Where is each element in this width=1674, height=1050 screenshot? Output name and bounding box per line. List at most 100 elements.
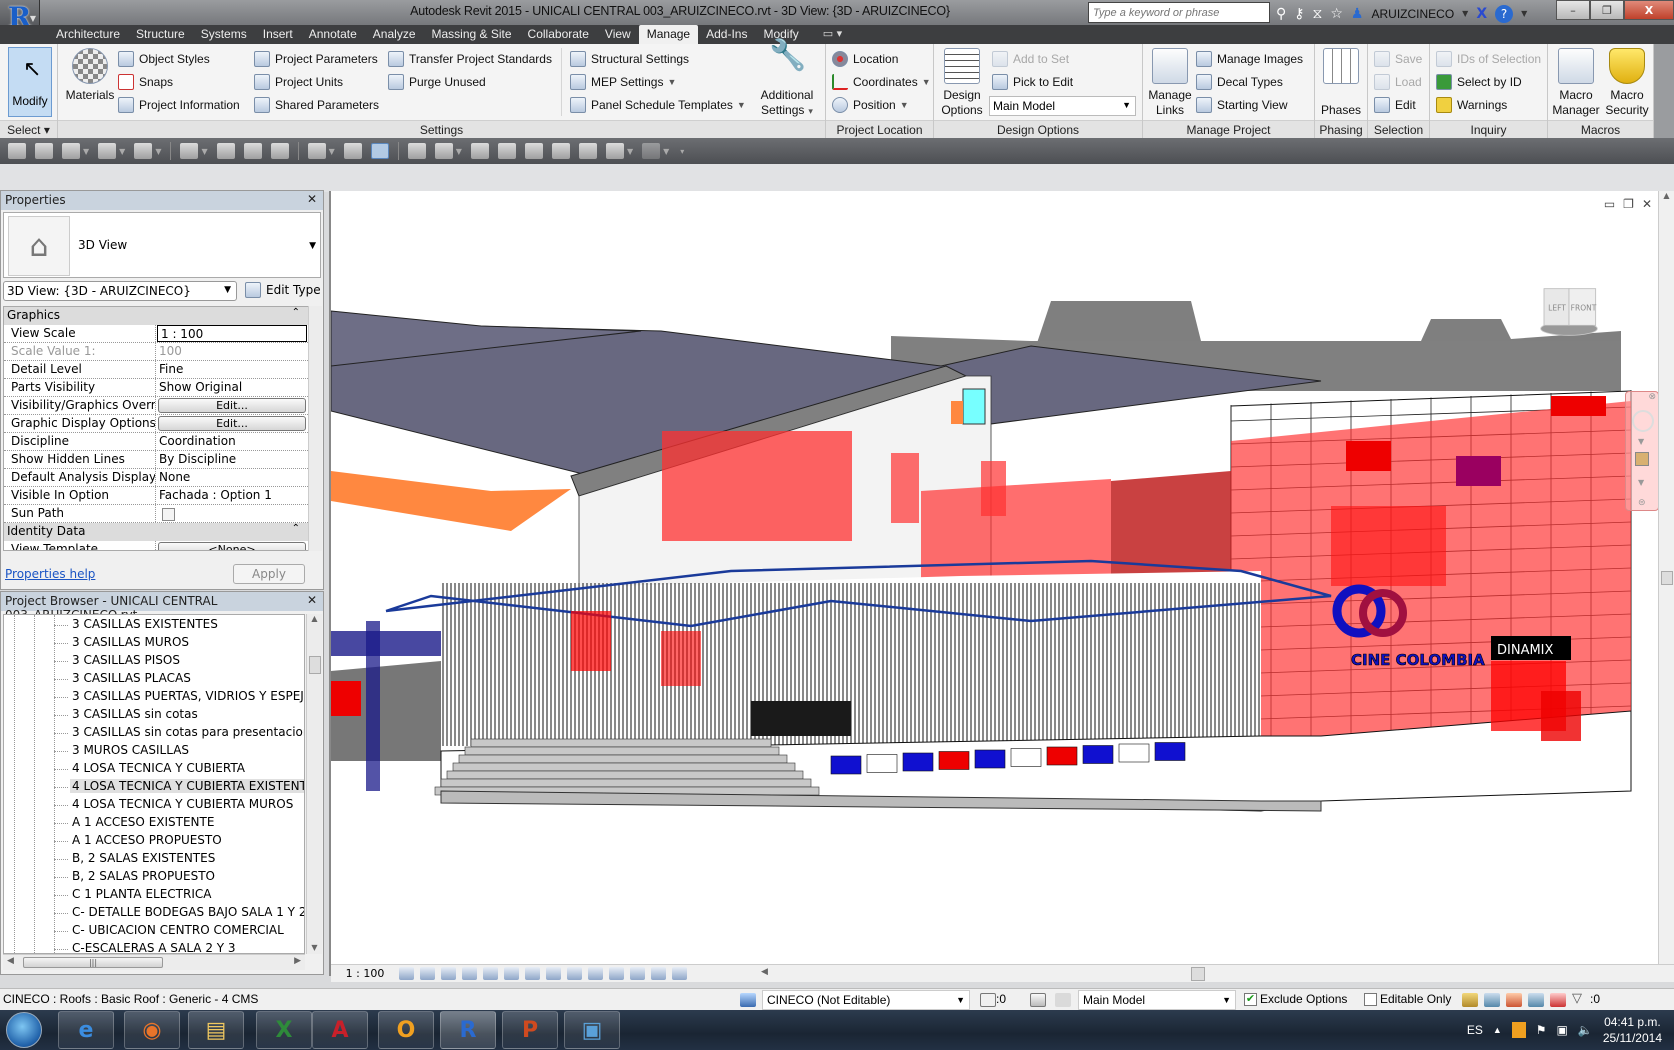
chevron-down-icon[interactable]: ▼: [201, 147, 207, 156]
crop-view-off-icon[interactable]: [504, 967, 519, 980]
manage-links-button[interactable]: Manage Links: [1147, 46, 1193, 118]
design-options-button[interactable]: Design Options: [938, 46, 986, 118]
drag-elements-icon[interactable]: [1550, 993, 1566, 1007]
tag-by-category-icon[interactable]: [243, 143, 262, 159]
graphic-display-options-edit-button[interactable]: Edit...: [158, 416, 306, 431]
detail-level-icon[interactable]: [399, 967, 414, 980]
section-icon[interactable]: [343, 143, 362, 159]
close-icon[interactable]: ✕: [307, 593, 317, 607]
browser-view-item[interactable]: 4 LOSA TECNICA Y CUBIERTA: [54, 761, 247, 779]
office-tray-icon[interactable]: [1511, 1022, 1526, 1038]
taskbar-excel-icon[interactable]: X: [256, 1011, 312, 1049]
browser-horizontal-scrollbar[interactable]: ◀ ||| ▶: [3, 954, 305, 970]
scroll-up-icon[interactable]: ▲: [307, 614, 322, 623]
show-crop-region-icon[interactable]: [525, 967, 540, 980]
select-pinned-icon[interactable]: [1506, 993, 1522, 1007]
scroll-right-icon[interactable]: ▶: [294, 956, 301, 966]
tab-systems[interactable]: Systems: [193, 25, 255, 44]
location-button[interactable]: Location: [832, 48, 898, 70]
position-button[interactable]: Position ▼: [832, 94, 909, 116]
tab-annotate[interactable]: Annotate: [301, 25, 365, 44]
star-icon[interactable]: ☆: [1330, 6, 1343, 22]
scroll-thumb[interactable]: [309, 656, 321, 674]
warnings-button[interactable]: Warnings: [1436, 94, 1507, 116]
tab-structure[interactable]: Structure: [128, 25, 193, 44]
browser-view-item[interactable]: 3 CASILLAS PLACAS: [54, 671, 193, 689]
view-template-button[interactable]: <None>: [158, 542, 306, 550]
browser-view-item[interactable]: A 1 ACCESO PROPUESTO: [54, 833, 224, 851]
viewport-vertical-scrollbar[interactable]: ▲: [1658, 191, 1674, 971]
restore-button[interactable]: ❐: [1590, 0, 1624, 20]
editable-elements-icon[interactable]: [980, 993, 996, 1007]
language-indicator[interactable]: ES: [1467, 1023, 1483, 1037]
open-icon[interactable]: [8, 143, 26, 159]
property-row[interactable]: Default Analysis Display ... None: [4, 469, 308, 487]
ribbon-minimize-toggle[interactable]: ▭ ▾: [823, 25, 842, 44]
close-icon[interactable]: ✕: [307, 192, 317, 206]
satellite-icon[interactable]: ⧖: [1313, 6, 1323, 22]
fill-region-icon[interactable]: [642, 143, 661, 159]
edit-selection-button[interactable]: Edit: [1374, 94, 1416, 116]
close-button[interactable]: X: [1624, 0, 1674, 20]
collapse-icon[interactable]: ⌃: [292, 307, 300, 318]
tab-manage[interactable]: Manage: [638, 25, 699, 44]
close-hidden-windows-icon[interactable]: [407, 143, 426, 159]
select-underlay-icon[interactable]: [1484, 993, 1500, 1007]
purge-unused-button[interactable]: Purge Unused: [388, 71, 486, 93]
tab-add-ins[interactable]: Add-Ins: [698, 25, 755, 44]
redo-icon[interactable]: [134, 143, 153, 159]
properties-help-link[interactable]: Properties help: [5, 567, 95, 581]
temporary-hide-isolate-icon[interactable]: [567, 967, 582, 980]
browser-view-item[interactable]: 3 CASILLAS sin cotas para presentacion: [53, 725, 304, 743]
chevron-down-icon[interactable]: ▼: [627, 147, 633, 156]
highlight-displacement-icon[interactable]: [672, 967, 687, 980]
shadows-off-icon[interactable]: [462, 967, 477, 980]
property-row[interactable]: Parts Visibility Show Original: [4, 379, 308, 397]
panel-title-select[interactable]: Select ▾: [0, 120, 57, 138]
visual-style-icon[interactable]: [420, 967, 435, 980]
tab-view[interactable]: View: [597, 25, 639, 44]
taskbar-revit-icon[interactable]: R: [440, 1011, 496, 1049]
view-scale-input[interactable]: 1 : 100: [157, 325, 307, 342]
rendering-dialog-icon[interactable]: [483, 967, 498, 980]
manage-images-button[interactable]: Manage Images: [1196, 48, 1303, 70]
exclude-options-checkbox[interactable]: ✔: [1244, 992, 1257, 1006]
taskbar-autocad-icon[interactable]: A: [312, 1011, 368, 1049]
taskbar-file-explorer-icon[interactable]: ▤: [188, 1011, 244, 1049]
browser-vertical-scrollbar[interactable]: ▲ ▼: [306, 614, 322, 954]
taskbar-outlook-icon[interactable]: O: [378, 1011, 434, 1049]
additional-settings-button[interactable]: 🔧 Additional Settings ▾: [754, 41, 820, 119]
text-icon[interactable]: [270, 143, 289, 159]
action-center-flag-icon[interactable]: ⚑: [1536, 1023, 1547, 1037]
sun-path-checkbox[interactable]: [162, 508, 175, 521]
type-selector[interactable]: ⌂ 3D View ▼: [3, 212, 321, 278]
taskbar-photo-viewer-icon[interactable]: ▣: [564, 1011, 620, 1049]
show-hidden-icons[interactable]: ▲: [1493, 1025, 1502, 1035]
scroll-thumb[interactable]: |||: [23, 957, 163, 968]
modify-button[interactable]: ↖ Modify: [8, 47, 52, 117]
decal-types-button[interactable]: Decal Types: [1196, 71, 1283, 93]
phases-button[interactable]: Phases: [1318, 46, 1364, 118]
minimize-button[interactable]: –: [1556, 0, 1590, 20]
editable-only-checkbox[interactable]: [1364, 992, 1377, 1006]
editable-only-toggle[interactable]: Editable Only: [1364, 992, 1451, 1006]
property-row[interactable]: Detail Level Fine: [4, 361, 308, 379]
design-options-icon[interactable]: [1030, 993, 1046, 1007]
select-by-face-icon[interactable]: [1528, 993, 1544, 1007]
browser-view-item[interactable]: C-ESCALERAS A SALA 2 Y 3: [54, 941, 238, 953]
exchange-apps-icon[interactable]: X: [1476, 6, 1487, 22]
switch-windows-icon[interactable]: [434, 143, 453, 159]
edit-type-button[interactable]: Edit Type: [245, 282, 321, 298]
worksets-icon[interactable]: [740, 993, 756, 1007]
taskbar-internet-explorer-icon[interactable]: e: [58, 1011, 114, 1049]
browser-view-item[interactable]: C 1 PLANTA ELECTRICA: [53, 887, 213, 905]
chevron-down-icon[interactable]: ▼: [1462, 9, 1468, 18]
minimize-view-icon[interactable]: ▭: [1604, 197, 1615, 211]
snaps-button[interactable]: Snaps: [118, 71, 173, 93]
group-identity-data[interactable]: Identity Data ⌃: [4, 523, 308, 541]
pick-option-icon[interactable]: [1055, 993, 1071, 1007]
chevron-down-icon[interactable]: ▼: [1638, 437, 1644, 446]
active-workset-dropdown[interactable]: CINECO (Not Editable) ▼: [762, 990, 970, 1010]
split-icon[interactable]: [524, 143, 543, 159]
viewport-horizontal-scrollbar[interactable]: ◀: [761, 967, 1656, 981]
